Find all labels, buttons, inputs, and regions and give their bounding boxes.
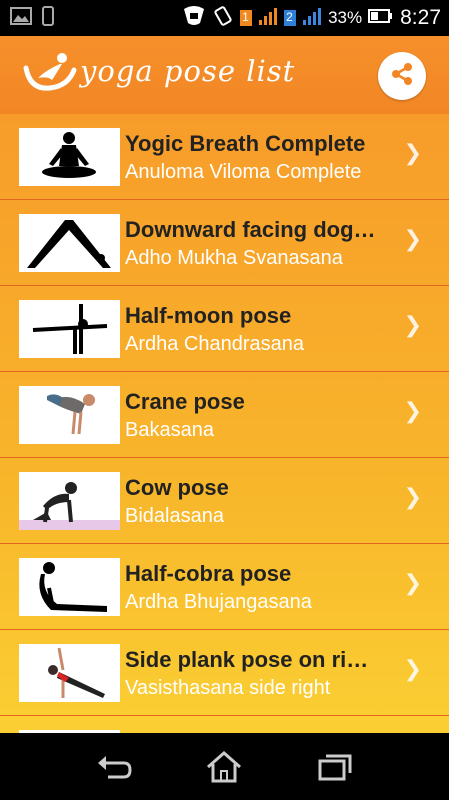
clock: 8:27 <box>400 6 441 29</box>
pose-sanskrit-name: Ardha Chandrasana <box>125 333 305 355</box>
sim1-badge: 1 <box>240 10 253 26</box>
chevron-right-icon: ❯ <box>403 399 422 424</box>
pose-name: Yogic Breath Complete <box>125 131 366 156</box>
pose-sanskrit-name: Bidalasana <box>125 505 224 527</box>
pose-row[interactable]: Crane pose Bakasana ❯ <box>0 372 449 458</box>
status-bar: 1 R 2 33% 8:27 <box>0 0 449 36</box>
pose-sanskrit-name: Ardha Bhujangasana <box>125 591 312 613</box>
pose-row[interactable]: Yogic Breath Complete Anuloma Viloma Com… <box>0 114 449 200</box>
pose-row[interactable]: Half-moon pose Ardha Chandrasana ❯ <box>0 286 449 372</box>
phone-icon <box>42 6 54 30</box>
app-title: yoga pose list <box>80 54 296 88</box>
home-button[interactable] <box>204 751 244 783</box>
pose-row[interactable]: Side plank pose on ri… Vasisthasana side… <box>0 630 449 716</box>
app-header: yoga pose list <box>0 36 449 115</box>
share-icon <box>389 61 415 91</box>
pose-sanskrit-name: Bakasana <box>125 419 214 441</box>
yoga-logo-icon <box>22 50 80 102</box>
battery-icon <box>368 8 394 28</box>
pose-name: Cow pose <box>125 475 229 500</box>
pose-row[interactable]: Cow pose Bidalasana ❯ <box>0 458 449 544</box>
recent-apps-icon <box>316 754 356 787</box>
chevron-right-icon: ❯ <box>403 657 422 682</box>
chevron-right-icon: ❯ <box>403 227 422 252</box>
chevron-right-icon: ❯ <box>403 313 422 338</box>
pose-name: Crane pose <box>125 389 245 414</box>
battery-percent: 33% <box>328 8 363 27</box>
chevron-right-icon: ❯ <box>403 141 422 166</box>
chevron-right-icon: ❯ <box>403 571 422 596</box>
home-icon <box>204 751 244 787</box>
pose-thumbnail-crane <box>19 386 120 444</box>
cast-icon <box>182 5 206 31</box>
share-button[interactable] <box>378 52 426 100</box>
back-button[interactable] <box>94 751 134 783</box>
pose-name: Half-cobra pose <box>125 561 292 586</box>
signal1-icon: R <box>256 0 278 30</box>
pose-name: Side plank pose on ri… <box>125 647 369 672</box>
pose-sanskrit-name: Vasisthasana side right <box>125 677 331 699</box>
chevron-right-icon: ❯ <box>403 485 422 510</box>
gallery-icon <box>10 7 32 29</box>
sim2-badge: 2 <box>284 10 297 26</box>
pose-row[interactable]: Half-cobra pose Ardha Bhujangasana ❯ <box>0 544 449 630</box>
navigation-bar <box>0 733 449 800</box>
pose-thumbnail-half-moon <box>19 300 120 358</box>
recent-apps-button[interactable] <box>316 751 356 783</box>
pose-row-partial[interactable] <box>0 716 449 733</box>
pose-sanskrit-name: Anuloma Viloma Complete <box>125 161 362 183</box>
pose-thumbnail-downward-dog <box>19 214 120 272</box>
back-icon <box>94 756 134 787</box>
pose-thumbnail-side-plank <box>19 644 120 702</box>
pose-thumbnail-half-cobra <box>19 558 120 616</box>
pose-name: Downward facing dog… <box>125 217 376 242</box>
pose-row[interactable]: Downward facing dog… Adho Mukha Svanasan… <box>0 200 449 286</box>
vibrate-icon <box>212 5 234 31</box>
pose-name: Half-moon pose <box>125 303 292 328</box>
pose-thumbnail-cow <box>19 472 120 530</box>
pose-sanskrit-name: Adho Mukha Svanasana <box>125 247 343 269</box>
pose-list[interactable]: Yogic Breath Complete Anuloma Viloma Com… <box>0 114 449 733</box>
pose-thumbnail-lotus <box>19 128 120 186</box>
signal2-icon <box>302 6 322 30</box>
